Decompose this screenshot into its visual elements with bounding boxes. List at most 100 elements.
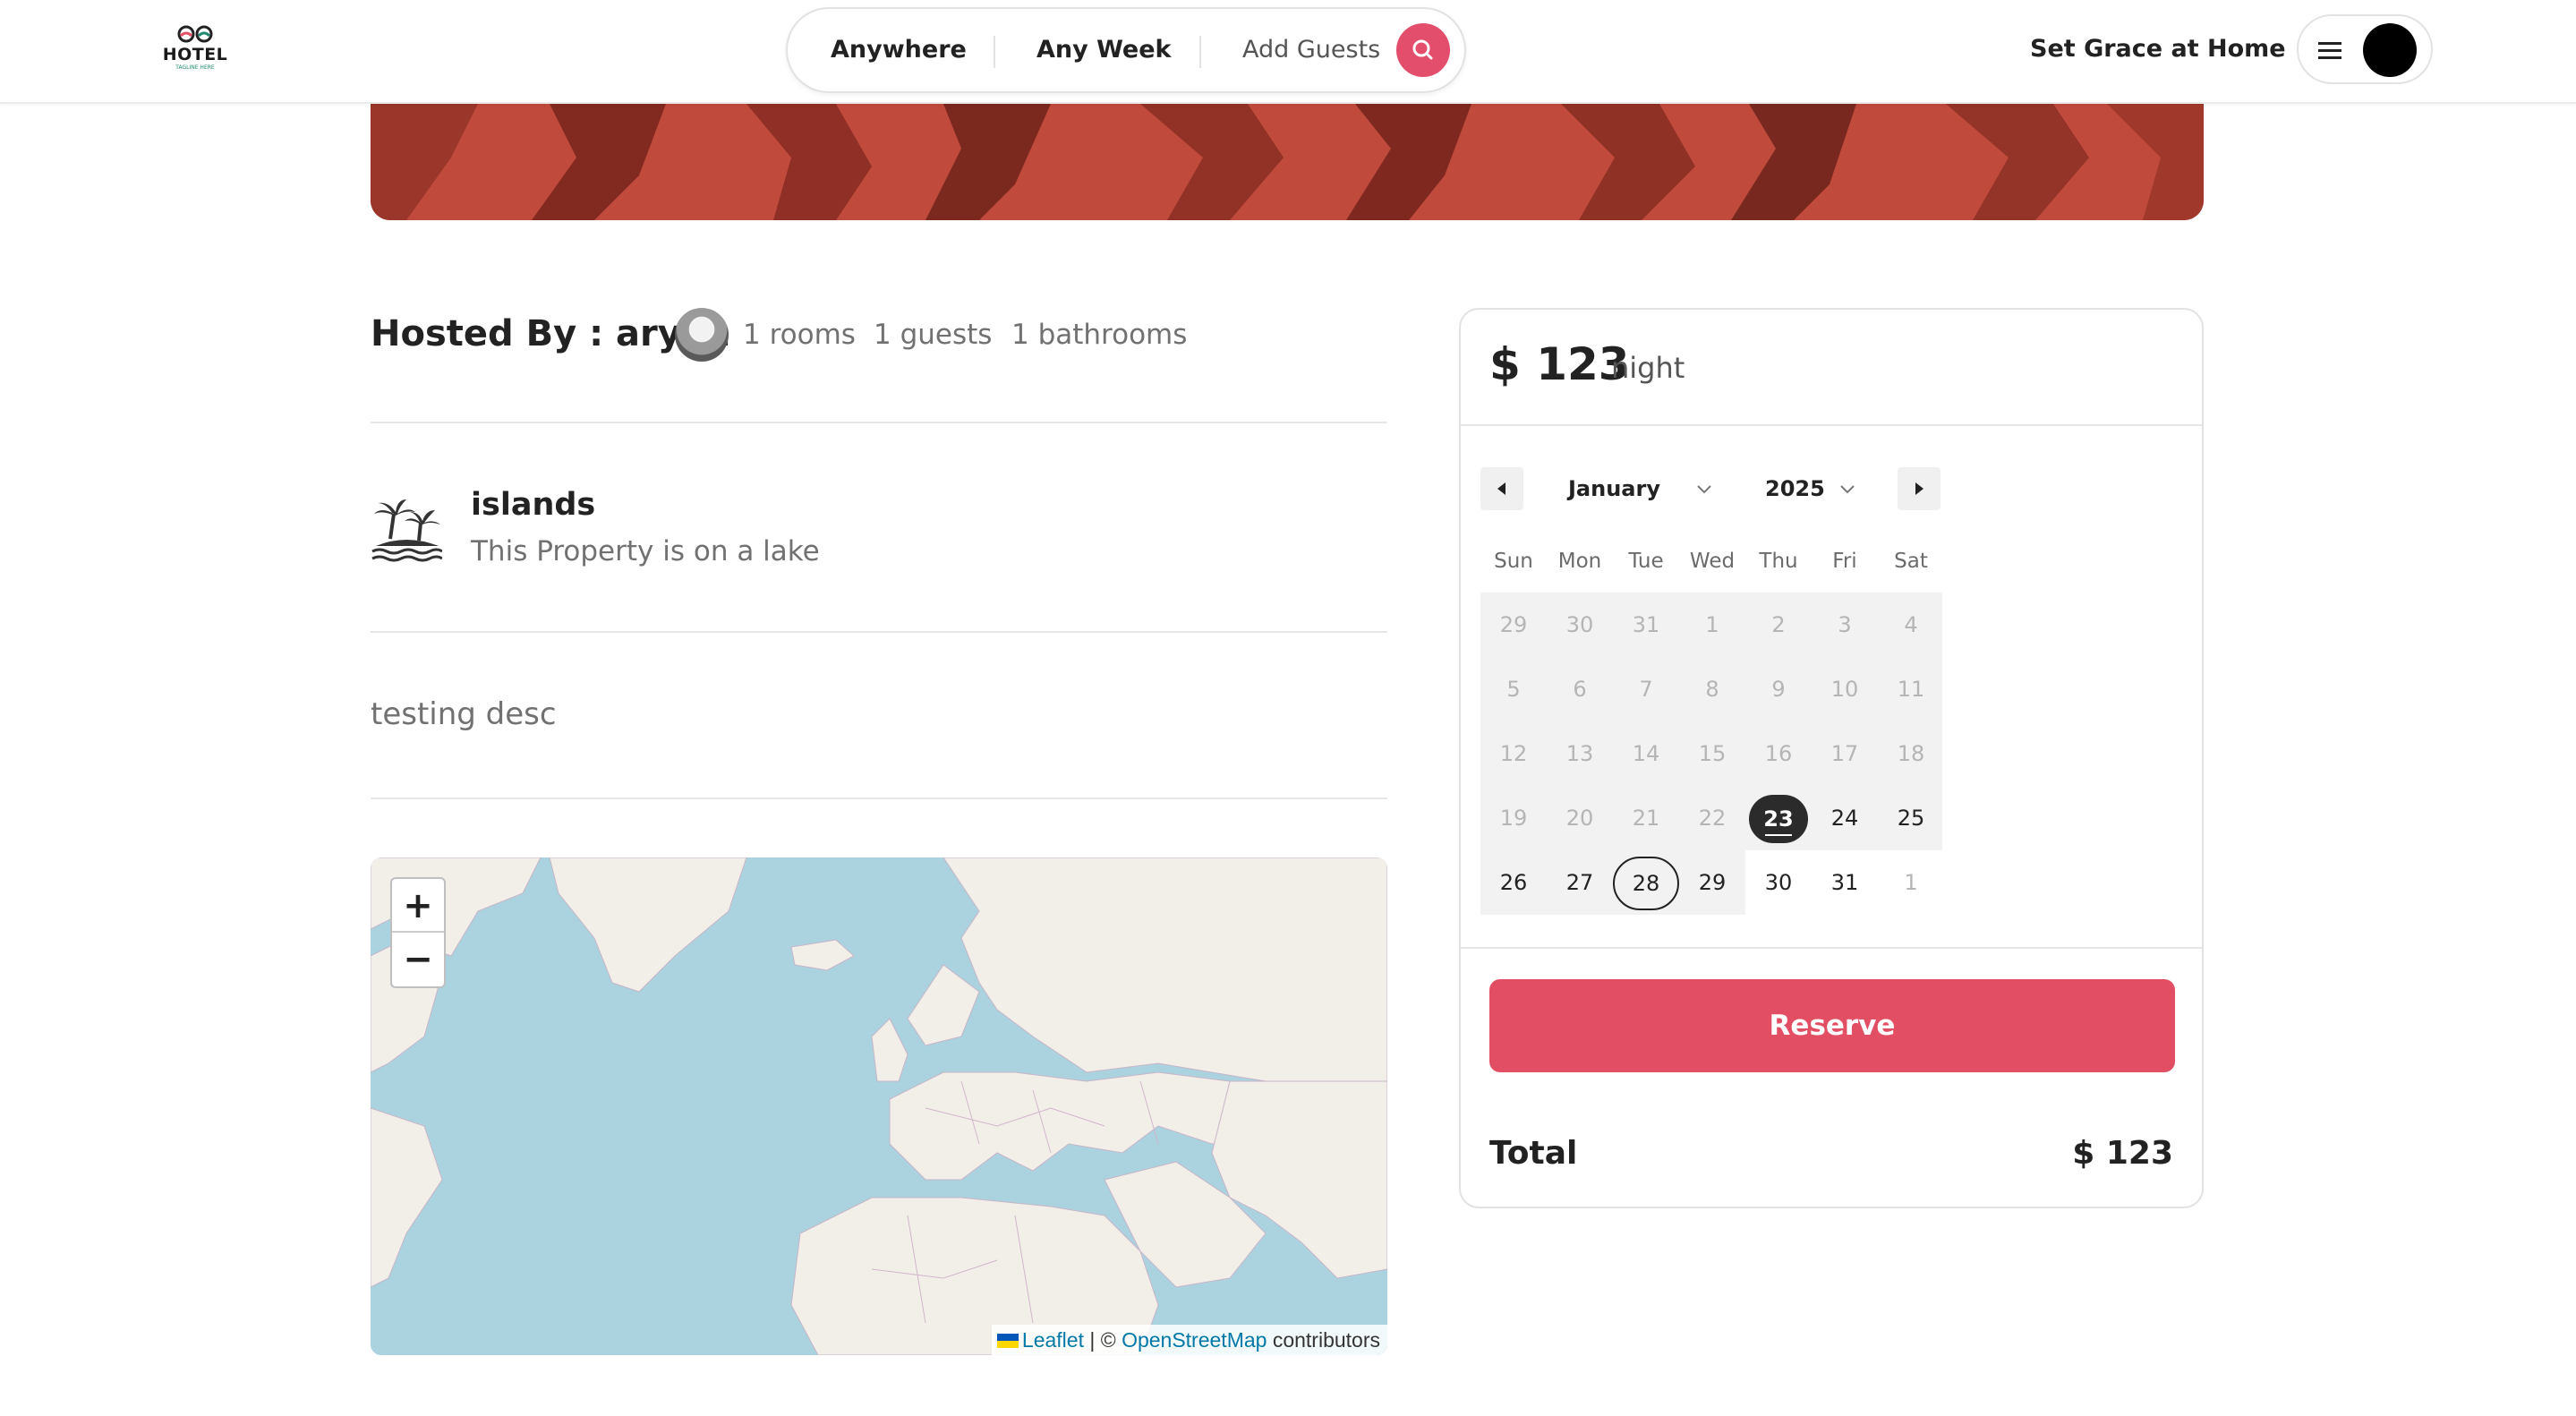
calendar-day: 1	[1878, 850, 1944, 915]
map-attribution: Leaflet | © OpenStreetMap contributors	[991, 1325, 1387, 1355]
calendar-day-number: 5	[1506, 677, 1521, 702]
calendar-day[interactable]: 31	[1812, 850, 1878, 915]
location-map[interactable]: + − Leaflet | © OpenStreetMap contributo…	[371, 857, 1387, 1355]
calendar-day-number: 14	[1632, 741, 1660, 766]
zoom-in-button[interactable]: +	[392, 879, 444, 933]
category-description: This Property is on a lake	[471, 535, 820, 567]
zoom-out-button[interactable]: −	[392, 933, 444, 986]
host-home-link[interactable]: Set Grace at Home	[2030, 0, 2286, 98]
attribution-separator: | ©	[1083, 1328, 1122, 1352]
calendar-day-number: 23	[1749, 795, 1808, 843]
leaflet-link[interactable]: Leaflet	[1022, 1328, 1084, 1352]
calendar-day: 30	[1547, 593, 1613, 657]
calendar-day-number: 17	[1830, 741, 1859, 766]
calendar-day-number: 15	[1698, 741, 1727, 766]
search-anywhere[interactable]: Anywhere	[831, 9, 967, 91]
guests-count: 1 guests	[874, 319, 993, 351]
calendar-day: 1	[1679, 593, 1745, 657]
hero-image-pattern	[371, 104, 2204, 220]
top-navbar: HOTEL TAGLINE HERE Anywhere Any Week Add…	[0, 0, 2576, 104]
openstreetmap-link[interactable]: OpenStreetMap	[1122, 1328, 1267, 1352]
search-bar[interactable]: Anywhere Any Week Add Guests	[786, 7, 1466, 93]
calendar-day: 21	[1613, 786, 1679, 850]
bathrooms-count: 1 bathrooms	[1011, 319, 1188, 351]
calendar-day-number: 10	[1830, 677, 1859, 702]
reserve-button[interactable]: Reserve	[1489, 979, 2175, 1072]
weekday-label: Wed	[1689, 550, 1736, 573]
calendar-day-number: 26	[1499, 870, 1528, 895]
calendar-day-selected[interactable]: 28	[1613, 850, 1679, 915]
calendar-day: 11	[1878, 657, 1944, 721]
calendar-day-number: 8	[1705, 677, 1719, 702]
listing-page: HOTEL TAGLINE HERE Anywhere Any Week Add…	[0, 0, 2576, 1416]
calendar-year-select[interactable]: 2025	[1765, 476, 1825, 501]
calendar-next-button[interactable]	[1898, 467, 1941, 510]
weekday-label: Fri	[1832, 550, 1857, 573]
weekday-label: Thu	[1759, 550, 1798, 573]
calendar-day: 16	[1745, 721, 1812, 786]
calendar-day[interactable]: 30	[1745, 850, 1812, 915]
calendar-day-number: 28	[1613, 857, 1679, 910]
chevron-down-icon	[1697, 485, 1711, 494]
user-menu-button[interactable]	[2297, 14, 2433, 84]
calendar-day-number: 12	[1499, 741, 1528, 766]
calendar-day[interactable]: 26	[1480, 850, 1547, 915]
divider	[1461, 424, 2202, 426]
rooms-count: 1 rooms	[743, 319, 856, 351]
attribution-suffix: contributors	[1267, 1328, 1380, 1352]
calendar-day-number: 21	[1632, 806, 1660, 831]
calendar-day-number: 19	[1499, 806, 1528, 831]
divider	[1461, 947, 2202, 949]
calendar-day-number: 2	[1771, 612, 1786, 637]
listing-hero-image	[371, 104, 2204, 220]
search-button[interactable]	[1396, 23, 1450, 77]
calendar-day-number: 1	[1705, 612, 1719, 637]
calendar-month-select[interactable]: January	[1568, 476, 1660, 501]
calendar-day-number: 4	[1904, 612, 1918, 637]
calendar-day-number: 30	[1764, 870, 1793, 895]
weekday-label: Mon	[1557, 550, 1602, 573]
calendar-day-number: 11	[1897, 677, 1925, 702]
calendar-day-number: 6	[1573, 677, 1587, 702]
calendar-day-number: 1	[1904, 870, 1918, 895]
calendar-day: 20	[1547, 786, 1613, 850]
chevron-down-icon	[1840, 485, 1855, 494]
calendar-day: 18	[1878, 721, 1944, 786]
calendar-day: 14	[1613, 721, 1679, 786]
search-any-week[interactable]: Any Week	[1036, 9, 1172, 91]
ukraine-flag-icon	[996, 1334, 1019, 1348]
calendar-day: 12	[1480, 721, 1547, 786]
user-avatar	[2363, 23, 2417, 77]
weekday-label: Tue	[1628, 550, 1664, 573]
price-unit: night	[1611, 351, 1685, 385]
total-label: Total	[1489, 1135, 1578, 1172]
calendar-day-number: 18	[1897, 741, 1925, 766]
calendar-day-number: 30	[1565, 612, 1594, 637]
calendar-day-number: 31	[1632, 612, 1660, 637]
calendar-day-today[interactable]: 23	[1745, 786, 1812, 850]
calendar-day[interactable]: 29	[1679, 850, 1745, 915]
calendar-day[interactable]: 27	[1547, 850, 1613, 915]
calendar-day[interactable]: 25	[1878, 786, 1944, 850]
calendar-day: 19	[1480, 786, 1547, 850]
calendar-day-number: 27	[1565, 870, 1594, 895]
logo[interactable]: HOTEL TAGLINE HERE	[161, 23, 229, 77]
calendar-day-number: 20	[1565, 806, 1594, 831]
calendar-day: 13	[1547, 721, 1613, 786]
divider	[371, 798, 1387, 799]
calendar-day: 15	[1679, 721, 1745, 786]
calendar-day: 9	[1745, 657, 1812, 721]
calendar-day[interactable]: 24	[1812, 786, 1878, 850]
calendar-prev-button[interactable]	[1480, 467, 1523, 510]
calendar-day-number: 31	[1830, 870, 1859, 895]
host-avatar	[675, 308, 729, 362]
booking-card: $ 123 night January 2025 Sun Mon Tue Wed Thu…	[1459, 308, 2204, 1208]
calendar-day-number: 9	[1771, 677, 1786, 702]
calendar-day-number: 16	[1764, 741, 1793, 766]
calendar-day: 6	[1547, 657, 1613, 721]
menu-icon	[2318, 42, 2341, 59]
search-add-guests[interactable]: Add Guests	[1242, 9, 1380, 91]
calendar-day-number: 29	[1499, 612, 1528, 637]
calendar-day: 31	[1613, 593, 1679, 657]
search-icon	[1412, 39, 1433, 60]
